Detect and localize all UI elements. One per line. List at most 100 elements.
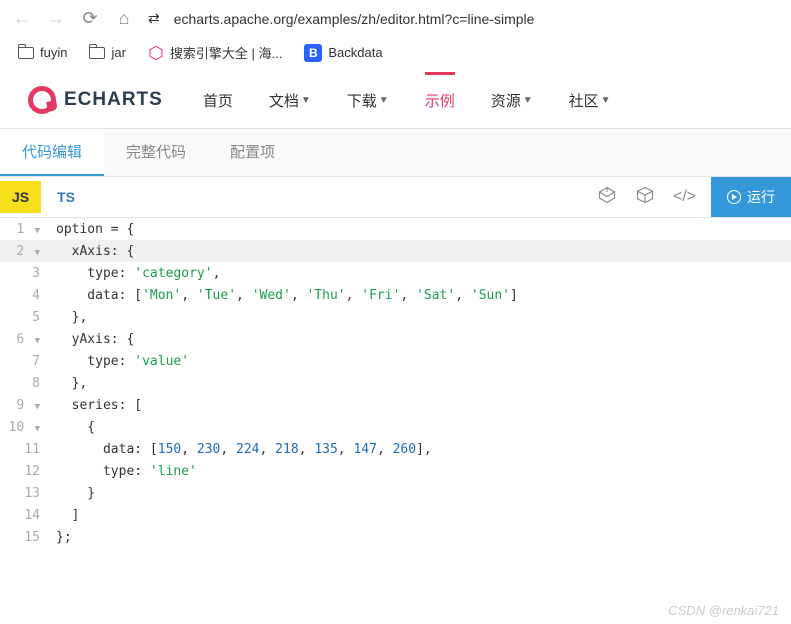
- code-line[interactable]: 10 ▼ {: [0, 416, 791, 438]
- nav-link-label: 文档: [269, 90, 299, 111]
- nav-link-label: 社区: [569, 90, 599, 111]
- code-line[interactable]: 1 ▼option = {: [0, 218, 791, 240]
- bookmark-item[interactable]: fuyin: [18, 45, 67, 60]
- chevron-down-icon: ▼: [601, 95, 611, 106]
- nav-link[interactable]: 文档▼: [269, 90, 311, 111]
- reload-button[interactable]: ⟳: [80, 8, 100, 29]
- code-content: };: [50, 530, 72, 545]
- code-line[interactable]: 12 type: 'line': [0, 460, 791, 482]
- folder-icon: [89, 47, 105, 59]
- bookmark-item[interactable]: B Backdata: [304, 44, 382, 62]
- code-line[interactable]: 9 ▼ series: [: [0, 394, 791, 416]
- nav-link-label: 首页: [203, 90, 233, 111]
- hex-icon: [148, 45, 164, 61]
- code-line[interactable]: 6 ▼ yAxis: {: [0, 328, 791, 350]
- code-icon[interactable]: </>: [673, 188, 693, 206]
- code-content: ]: [50, 508, 79, 523]
- code-content: }: [50, 486, 95, 501]
- bookmark-item[interactable]: jar: [89, 45, 125, 60]
- echarts-logo[interactable]: ECHARTS: [28, 86, 163, 114]
- bookmark-label: fuyin: [40, 45, 67, 60]
- code-content: xAxis: {: [50, 244, 134, 259]
- code-line[interactable]: 13 }: [0, 482, 791, 504]
- code-editor[interactable]: 1 ▼option = {2 ▼ xAxis: {3 type: 'catego…: [0, 218, 791, 548]
- editor-toolbar: JS TS </> 运行: [0, 177, 791, 218]
- chevron-down-icon: ▼: [523, 95, 533, 106]
- nav-link-label: 示例: [425, 90, 455, 111]
- nav-link-label: 资源: [491, 90, 521, 111]
- code-content: type: 'line': [50, 464, 197, 479]
- editor-tabs: 代码编辑完整代码配置项: [0, 128, 791, 177]
- code-content: series: [: [50, 398, 142, 413]
- nav-link[interactable]: 示例: [425, 90, 455, 111]
- line-number: 4: [0, 288, 50, 303]
- line-number: 10 ▼: [0, 420, 50, 435]
- line-number: 2 ▼: [0, 244, 50, 259]
- site-settings-icon[interactable]: ⇄: [148, 10, 160, 27]
- bookmark-item[interactable]: 搜索引擎大全 | 海...: [148, 43, 282, 62]
- forward-button[interactable]: →: [46, 8, 66, 29]
- code-line[interactable]: 8 },: [0, 372, 791, 394]
- editor-tab[interactable]: 配置项: [208, 129, 297, 176]
- nav-link[interactable]: 首页: [203, 90, 233, 111]
- code-content: {: [50, 420, 95, 435]
- line-number: 12: [0, 464, 50, 479]
- code-content: },: [50, 310, 87, 325]
- logo-text: ECHARTS: [64, 89, 163, 111]
- code-line[interactable]: 7 type: 'value': [0, 350, 791, 372]
- code-content: data: ['Mon', 'Tue', 'Wed', 'Thu', 'Fri'…: [50, 288, 518, 303]
- browser-toolbar: ← → ⟳ ⌂ ⇄ echarts.apache.org/examples/zh…: [0, 0, 791, 37]
- editor-tab[interactable]: 完整代码: [104, 129, 208, 176]
- line-number: 5: [0, 310, 50, 325]
- line-number: 9 ▼: [0, 398, 50, 413]
- lang-ts-button[interactable]: TS: [41, 181, 87, 213]
- code-content: yAxis: {: [50, 332, 134, 347]
- line-number: 6 ▼: [0, 332, 50, 347]
- nav-link-label: 下载: [347, 90, 377, 111]
- back-button[interactable]: ←: [12, 8, 32, 29]
- bookmark-label: jar: [111, 45, 125, 60]
- line-number: 8: [0, 376, 50, 391]
- play-icon: [727, 190, 741, 204]
- lang-js-button[interactable]: JS: [0, 181, 41, 213]
- line-number: 3: [0, 266, 50, 281]
- bookmark-label: Backdata: [328, 45, 382, 60]
- code-line[interactable]: 5 },: [0, 306, 791, 328]
- line-number: 14: [0, 508, 50, 523]
- logo-icon: [28, 86, 56, 114]
- folder-icon: [18, 47, 34, 59]
- code-content: type: 'value': [50, 354, 189, 369]
- line-number: 7: [0, 354, 50, 369]
- nav-link[interactable]: 下载▼: [347, 90, 389, 111]
- code-line[interactable]: 4 data: ['Mon', 'Tue', 'Wed', 'Thu', 'Fr…: [0, 284, 791, 306]
- run-button[interactable]: 运行: [711, 177, 791, 217]
- editor-tab[interactable]: 代码编辑: [0, 129, 104, 176]
- bookmark-label: 搜索引擎大全 | 海...: [170, 43, 282, 62]
- codepen-icon[interactable]: [597, 186, 617, 209]
- run-label: 运行: [747, 187, 775, 207]
- cube-icon[interactable]: [635, 186, 655, 209]
- code-content: data: [150, 230, 224, 218, 135, 147, 260…: [50, 442, 432, 457]
- watermark: CSDN @renkai721: [668, 603, 779, 618]
- b-icon: B: [304, 44, 322, 62]
- nav-link[interactable]: 社区▼: [569, 90, 611, 111]
- code-line[interactable]: 14 ]: [0, 504, 791, 526]
- nav-link[interactable]: 资源▼: [491, 90, 533, 111]
- line-number: 1 ▼: [0, 222, 50, 237]
- code-line[interactable]: 15 };: [0, 526, 791, 548]
- code-content: option = {: [50, 222, 134, 237]
- code-content: type: 'category',: [50, 266, 220, 281]
- code-line[interactable]: 3 type: 'category',: [0, 262, 791, 284]
- bookmarks-bar: fuyin jar 搜索引擎大全 | 海... B Backdata: [0, 37, 791, 68]
- line-number: 11: [0, 442, 50, 457]
- code-line[interactable]: 2 ▼ xAxis: {: [0, 240, 791, 262]
- code-content: },: [50, 376, 87, 391]
- chevron-down-icon: ▼: [301, 95, 311, 106]
- home-button[interactable]: ⌂: [114, 8, 134, 29]
- code-line[interactable]: 11 data: [150, 230, 224, 218, 135, 147, …: [0, 438, 791, 460]
- url-bar[interactable]: echarts.apache.org/examples/zh/editor.ht…: [174, 11, 535, 27]
- main-nav: 首页文档▼下载▼示例资源▼社区▼: [203, 90, 611, 111]
- line-number: 13: [0, 486, 50, 501]
- line-number: 15: [0, 530, 50, 545]
- chevron-down-icon: ▼: [379, 95, 389, 106]
